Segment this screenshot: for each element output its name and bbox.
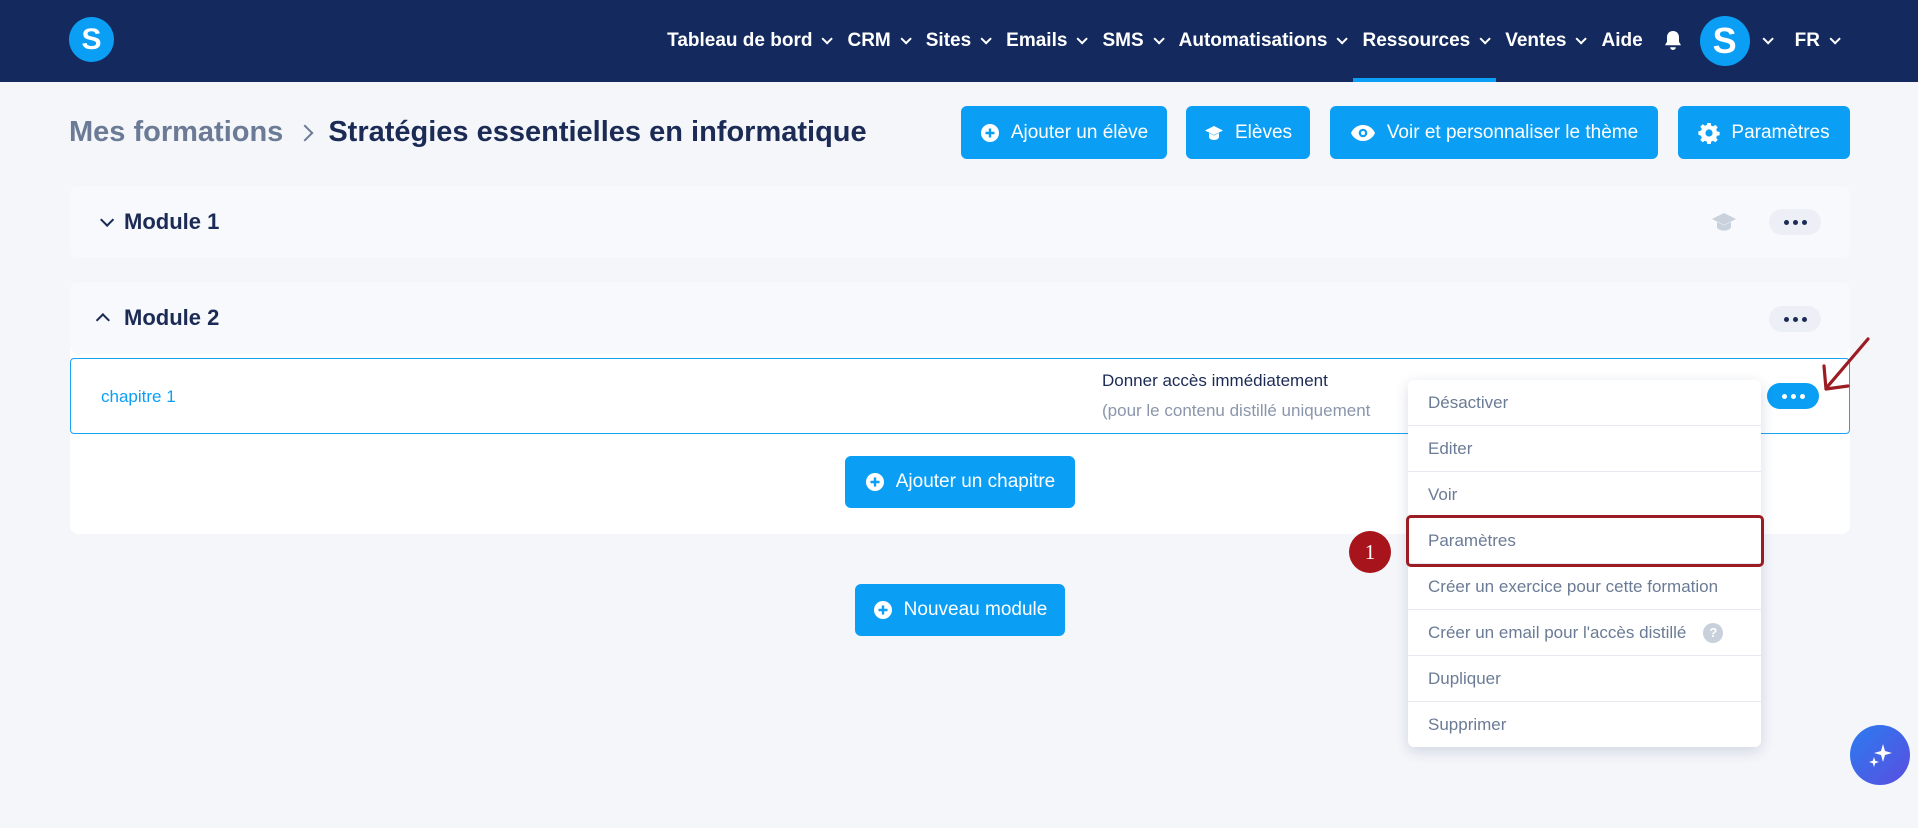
menu-item-view[interactable]: Voir bbox=[1408, 472, 1761, 518]
module-2-more-button[interactable] bbox=[1769, 306, 1821, 332]
ai-assistant-button[interactable] bbox=[1850, 725, 1910, 785]
nav-menu: Tableau de bord CRM Sites Emails SMS Aut… bbox=[658, 0, 1846, 82]
account-menu[interactable]: S bbox=[1699, 0, 1786, 82]
chapter-more-button[interactable] bbox=[1767, 383, 1819, 409]
graduation-cap-icon bbox=[1204, 123, 1224, 143]
module-header-1[interactable]: Module 1 bbox=[70, 186, 1850, 258]
menu-item-duplicate[interactable]: Dupliquer bbox=[1408, 656, 1761, 702]
chapter-actions-menu: Désactiver Editer Voir Paramètres Créer … bbox=[1408, 380, 1761, 747]
chevron-down-icon bbox=[900, 33, 912, 45]
nav-item-dashboard[interactable]: Tableau de bord bbox=[658, 0, 838, 82]
module-title-1: Module 1 bbox=[124, 209, 220, 234]
sparkles-icon bbox=[1869, 744, 1892, 767]
help-icon[interactable]: ? bbox=[1703, 622, 1724, 643]
menu-item-create-exercise[interactable]: Créer un exercice pour cette formation bbox=[1408, 564, 1761, 610]
brand-logo[interactable]: S bbox=[69, 17, 114, 62]
nav-item-automations[interactable]: Automatisations bbox=[1170, 0, 1354, 82]
nav-item-crm[interactable]: CRM bbox=[838, 0, 916, 82]
chevron-down-icon bbox=[100, 212, 115, 227]
breadcrumb-root[interactable]: Mes formations bbox=[69, 116, 283, 149]
students-button[interactable]: Elèves bbox=[1186, 106, 1310, 159]
step-badge: 1 bbox=[1349, 531, 1391, 573]
avatar: S bbox=[1699, 16, 1750, 66]
annotation-arrow-icon bbox=[1822, 337, 1870, 391]
graduation-cap-icon[interactable] bbox=[1711, 210, 1737, 239]
language-selector[interactable]: FR bbox=[1786, 0, 1846, 82]
breadcrumb: Mes formations Stratégies essentielles e… bbox=[69, 116, 867, 149]
nav-item-sales[interactable]: Ventes bbox=[1496, 0, 1592, 82]
module-header-2[interactable]: Module 2 bbox=[70, 282, 1850, 354]
nav-item-sms[interactable]: SMS bbox=[1093, 0, 1169, 82]
nav-item-sites[interactable]: Sites bbox=[917, 0, 997, 82]
menu-item-delete[interactable]: Supprimer bbox=[1408, 702, 1761, 748]
chevron-down-icon bbox=[1829, 33, 1841, 45]
eye-icon bbox=[1350, 124, 1376, 142]
view-theme-button[interactable]: Voir et personnaliser le thème bbox=[1330, 106, 1658, 159]
page-title: Stratégies essentielles en informatique bbox=[328, 116, 867, 148]
chevron-down-icon bbox=[1479, 33, 1491, 45]
access-setting-note: (pour le contenu distillé uniquement bbox=[1102, 401, 1371, 420]
nav-item-resources[interactable]: Ressources bbox=[1353, 0, 1496, 82]
module-card-1: Module 1 bbox=[70, 186, 1850, 258]
gear-icon bbox=[1698, 122, 1720, 144]
menu-item-settings[interactable]: Paramètres bbox=[1408, 518, 1761, 564]
new-module-button[interactable]: Nouveau module bbox=[855, 584, 1065, 636]
add-student-button[interactable]: Ajouter un élève bbox=[961, 106, 1167, 159]
chevron-down-icon bbox=[821, 33, 834, 45]
nav-item-help[interactable]: Aide bbox=[1592, 0, 1651, 82]
chevron-down-icon bbox=[1575, 33, 1588, 45]
menu-item-edit[interactable]: Editer bbox=[1408, 426, 1761, 472]
chevron-down-icon bbox=[1153, 33, 1165, 45]
chapter-name[interactable]: chapitre 1 bbox=[101, 359, 176, 435]
module-1-more-button[interactable] bbox=[1769, 209, 1821, 235]
chevron-down-icon bbox=[1076, 33, 1089, 45]
plus-circle-icon bbox=[980, 123, 1000, 143]
chevron-down-icon bbox=[1762, 33, 1774, 45]
chevron-down-icon bbox=[980, 33, 992, 45]
add-chapter-button[interactable]: Ajouter un chapitre bbox=[845, 456, 1075, 508]
menu-item-create-email[interactable]: Créer un email pour l'accès distillé ? bbox=[1408, 610, 1761, 656]
module-title-2: Module 2 bbox=[124, 305, 220, 330]
access-setting-title: Donner accès immédiatement bbox=[1102, 371, 1328, 390]
chevron-down-icon bbox=[1336, 33, 1349, 45]
plus-circle-icon bbox=[865, 472, 885, 492]
chevron-right-icon bbox=[296, 124, 314, 141]
menu-item-deactivate[interactable]: Désactiver bbox=[1408, 380, 1761, 426]
plus-circle-icon bbox=[873, 600, 893, 620]
chevron-up-icon bbox=[95, 313, 110, 328]
nav-item-emails[interactable]: Emails bbox=[997, 0, 1093, 82]
top-navigation: S Tableau de bord CRM Sites Emails SMS A… bbox=[0, 0, 1918, 82]
settings-button[interactable]: Paramètres bbox=[1678, 106, 1850, 159]
bell-icon[interactable] bbox=[1660, 0, 1686, 82]
